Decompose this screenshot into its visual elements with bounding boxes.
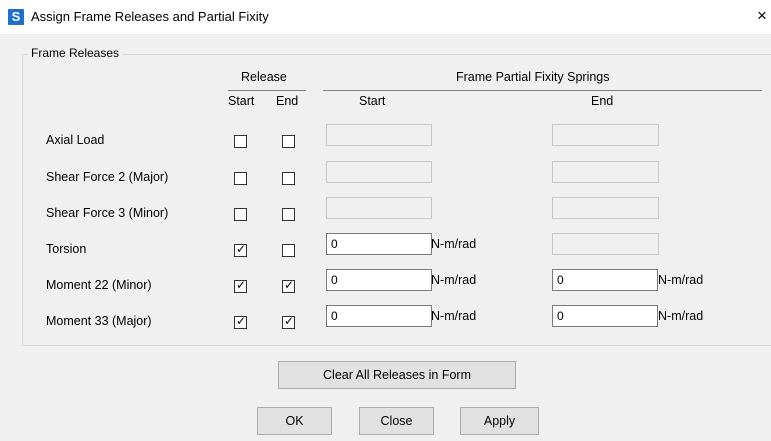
release-start-checkbox[interactable] xyxy=(234,135,247,148)
release-start-checkbox[interactable] xyxy=(234,172,247,185)
checkmark-icon: ✓ xyxy=(284,278,295,292)
spring-start-field xyxy=(326,124,432,146)
release-end-checkbox[interactable] xyxy=(282,172,295,185)
release-start-checkbox[interactable]: ✓ xyxy=(234,278,247,293)
springs-end-header: End xyxy=(591,94,614,108)
release-start-checkbox[interactable]: ✓ xyxy=(234,242,247,257)
ok-button[interactable]: OK xyxy=(257,407,332,435)
spring-end-field xyxy=(552,124,659,146)
spring-end-unit: N-m/rad xyxy=(658,309,704,323)
release-start-header: Start xyxy=(228,94,255,108)
spring-end-field[interactable]: 0 xyxy=(552,269,658,291)
window-title: Assign Frame Releases and Partial Fixity xyxy=(31,9,269,24)
release-start-checkbox[interactable]: ✓ xyxy=(234,314,247,329)
app-icon: S xyxy=(8,9,24,25)
group-title: Frame Releases xyxy=(28,46,123,60)
checkmark-icon: ✓ xyxy=(236,242,247,256)
spring-start-unit: N-m/rad xyxy=(431,309,477,323)
spring-start-field xyxy=(326,197,432,219)
springs-header: Frame Partial Fixity Springs xyxy=(456,70,610,84)
spring-start-unit: N-m/rad xyxy=(431,237,477,251)
row-label: Shear Force 3 (Minor) xyxy=(46,206,169,220)
release-end-checkbox[interactable] xyxy=(282,208,295,221)
close-icon[interactable]: × xyxy=(757,6,767,26)
row-label: Shear Force 2 (Major) xyxy=(46,170,169,184)
row-label: Moment 22 (Minor) xyxy=(46,278,152,292)
spring-start-value: 0 xyxy=(331,273,338,287)
springs-header-divider xyxy=(323,90,762,91)
spring-end-field[interactable]: 0 xyxy=(552,305,658,327)
springs-start-header: Start xyxy=(359,94,386,108)
release-header: Release xyxy=(241,70,287,84)
spring-start-field[interactable]: 0 xyxy=(326,305,432,327)
release-end-header: End xyxy=(276,94,299,108)
spring-end-value: 0 xyxy=(557,309,564,323)
row-label: Torsion xyxy=(46,242,87,256)
release-end-checkbox[interactable]: ✓ xyxy=(282,278,295,293)
spring-end-field xyxy=(552,161,659,183)
apply-button[interactable]: Apply xyxy=(460,407,539,435)
spring-end-field xyxy=(552,197,659,219)
clear-all-releases-button[interactable]: Clear All Releases in Form xyxy=(278,361,516,389)
checkmark-icon: ✓ xyxy=(236,278,247,292)
spring-end-unit: N-m/rad xyxy=(658,273,704,287)
spring-start-field xyxy=(326,161,432,183)
release-end-checkbox[interactable]: ✓ xyxy=(282,314,295,329)
release-start-checkbox[interactable] xyxy=(234,208,247,221)
checkmark-icon: ✓ xyxy=(284,314,295,328)
release-end-checkbox[interactable] xyxy=(282,244,295,257)
row-label: Moment 33 (Major) xyxy=(46,314,152,328)
row-label: Axial Load xyxy=(46,133,105,147)
spring-start-unit: N-m/rad xyxy=(431,273,477,287)
spring-start-field[interactable]: 0 xyxy=(326,233,432,255)
spring-start-value: 0 xyxy=(331,309,338,323)
release-header-divider xyxy=(228,90,306,91)
spring-end-field xyxy=(552,233,659,255)
title-bar: S Assign Frame Releases and Partial Fixi… xyxy=(0,0,771,34)
spring-start-field[interactable]: 0 xyxy=(326,269,432,291)
close-button[interactable]: Close xyxy=(359,407,434,435)
checkmark-icon: ✓ xyxy=(236,314,247,328)
spring-end-value: 0 xyxy=(557,273,564,287)
spring-start-value: 0 xyxy=(331,237,338,251)
release-end-checkbox[interactable] xyxy=(282,135,295,148)
